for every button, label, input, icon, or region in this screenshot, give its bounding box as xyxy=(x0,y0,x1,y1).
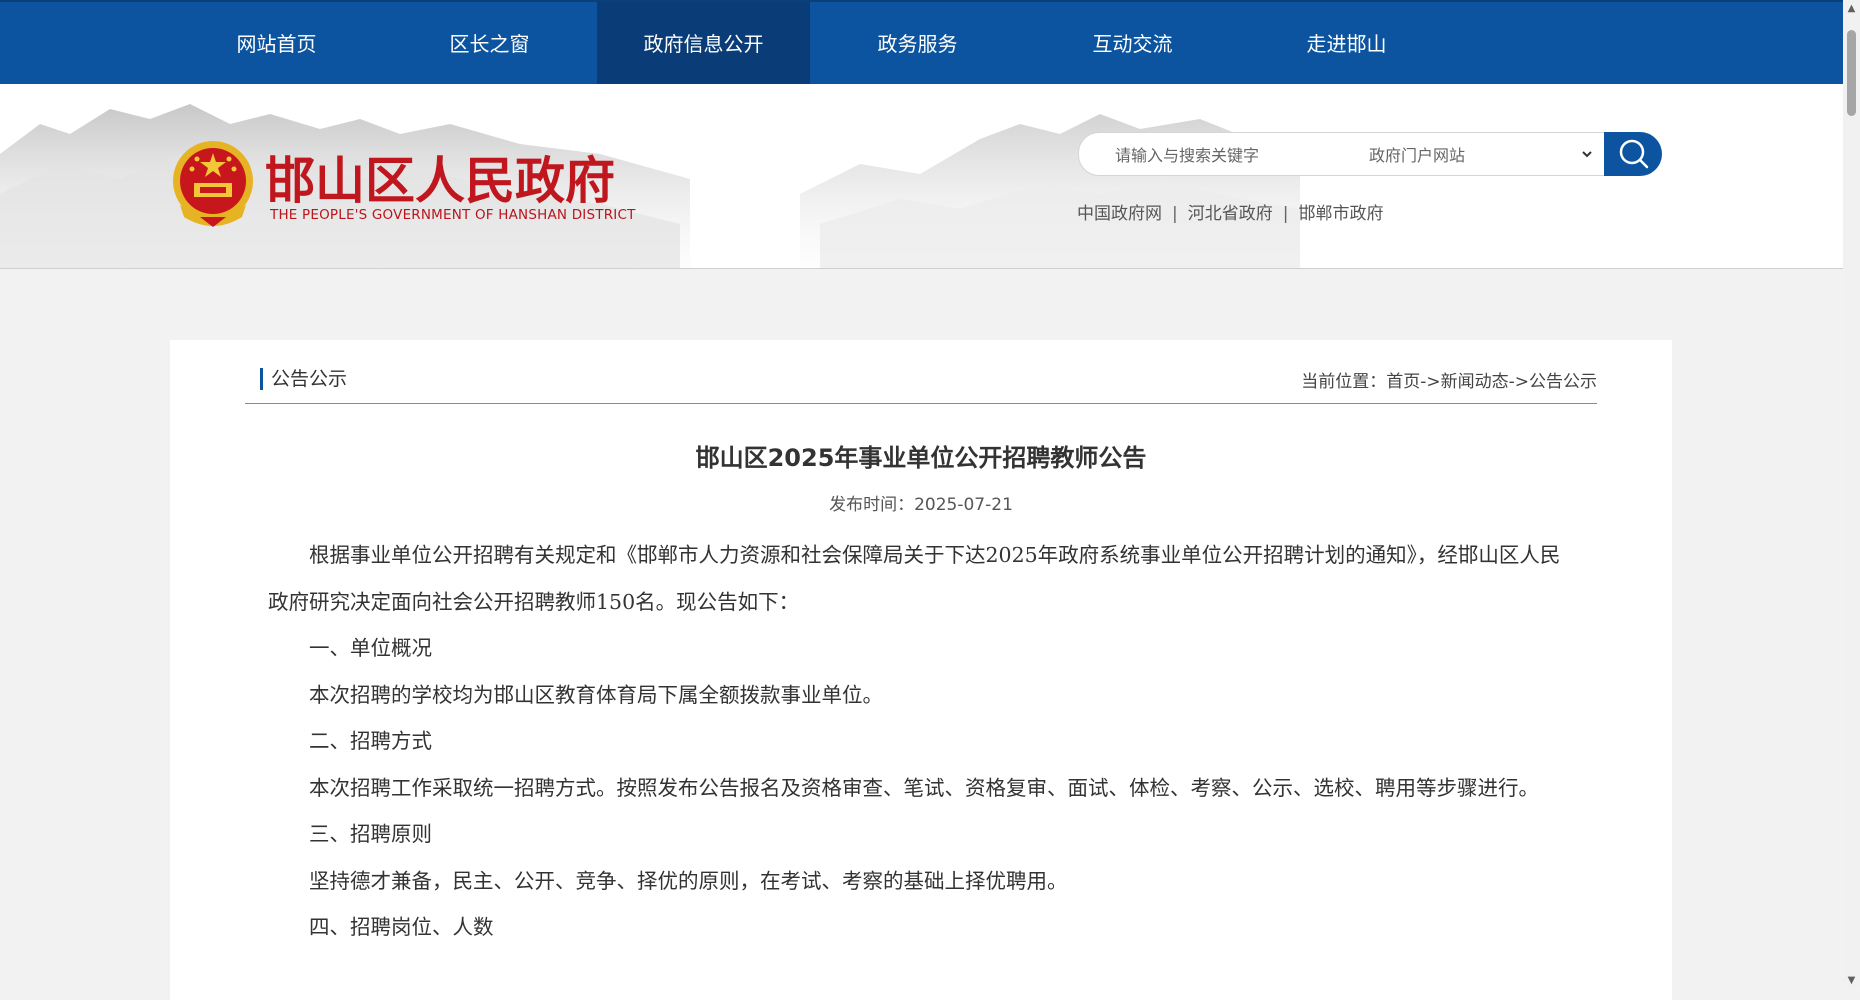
site-logo-title: 邯山区人民政府 xyxy=(265,151,615,210)
article-paragraph: 本次招聘的学校均为邯山区教育体育局下属全额拨款事业单位。 xyxy=(309,682,883,707)
article-body: 根据事业单位公开招聘有关规定和《邯郸市人力资源和社会保障局关于下达2025年政府… xyxy=(268,532,1580,951)
article-heading: 二、招聘方式 xyxy=(309,729,432,753)
search-box: 政府门户网站 xyxy=(1078,132,1605,177)
nav-item-home[interactable]: 网站首页 xyxy=(170,2,383,86)
breadcrumb-announcements[interactable]: 公告公示 xyxy=(1529,372,1597,392)
article-heading: 三、招聘原则 xyxy=(309,822,432,846)
search-icon xyxy=(1619,139,1649,169)
article-paragraph: 本次招聘工作采取统一招聘方式。按照发布公告报名及资格审查、笔试、资格复审、面试、… xyxy=(309,775,1539,800)
breadcrumb-separator: -> xyxy=(1508,372,1529,392)
content-card: 公告公示 当前位置：首页->新闻动态->公告公示 邯山区2025年事业单位公开招… xyxy=(170,340,1672,1000)
breadcrumb-separator: -> xyxy=(1420,372,1441,392)
site-logo-subtitle: THE PEOPLE'S GOVERNMENT OF HANSHAN DISTR… xyxy=(270,207,636,223)
search-input[interactable] xyxy=(1079,133,1367,177)
link-handan-gov[interactable]: 邯郸市政府 xyxy=(1298,204,1383,224)
scroll-down-arrow-icon[interactable]: ▼ xyxy=(1843,972,1860,989)
scroll-thumb[interactable] xyxy=(1847,30,1856,116)
article-heading: 一、单位概况 xyxy=(309,636,432,660)
breadcrumb-prefix: 当前位置： xyxy=(1301,372,1387,392)
breadcrumb: 当前位置：首页->新闻动态->公告公示 xyxy=(1301,367,1597,392)
publish-date: 发布时间：2025-07-21 xyxy=(170,490,1672,515)
breadcrumb-home[interactable]: 首页 xyxy=(1386,372,1420,392)
nav-item-interaction[interactable]: 互动交流 xyxy=(1026,2,1239,86)
article-heading: 四、招聘岗位、人数 xyxy=(309,915,494,939)
article-title: 邯山区2025年事业单位公开招聘教师公告 xyxy=(695,444,1147,472)
nav-item-gov-services[interactable]: 政务服务 xyxy=(811,2,1024,86)
national-emblem-icon xyxy=(173,141,253,227)
nav-item-gov-info-disclosure[interactable]: 政府信息公开 xyxy=(597,2,810,86)
section-title: 公告公示 xyxy=(260,368,347,390)
section-header: 公告公示 当前位置：首页->新闻动态->公告公示 xyxy=(245,340,1597,404)
scroll-up-arrow-icon[interactable]: ▲ xyxy=(1843,0,1860,17)
top-navigation: 网站首页 区长之窗 政府信息公开 政务服务 互动交流 走进邯山 xyxy=(0,0,1843,86)
article-paragraph: 根据事业单位公开招聘有关规定和《邯郸市人力资源和社会保障局关于下达2025年政府… xyxy=(268,543,1561,614)
external-links: 中国政府网 | 河北省政府 | 邯郸市政府 xyxy=(1077,199,1383,224)
publish-date-value: 2025-07-21 xyxy=(914,495,1013,515)
publish-date-label: 发布时间： xyxy=(829,495,915,515)
vertical-scrollbar[interactable]: ▲ ▼ xyxy=(1843,0,1860,989)
article-paragraph: 坚持德才兼备，民主、公开、竞争、择优的原则，在考试、考察的基础上择优聘用。 xyxy=(309,868,1068,893)
search-scope-value: 政府门户网站 xyxy=(1369,146,1466,165)
link-hebei-gov[interactable]: 河北省政府 xyxy=(1188,204,1273,224)
search-button[interactable] xyxy=(1604,132,1662,176)
nav-item-about-hanshan[interactable]: 走进邯山 xyxy=(1240,2,1453,86)
chevron-down-icon xyxy=(1582,151,1592,158)
link-separator: | xyxy=(1172,204,1178,224)
nav-item-district-head[interactable]: 区长之窗 xyxy=(383,2,596,86)
breadcrumb-news[interactable]: 新闻动态 xyxy=(1441,372,1509,392)
link-separator: | xyxy=(1282,204,1289,224)
site-header: 邯山区人民政府 THE PEOPLE'S GOVERNMENT OF HANSH… xyxy=(0,84,1843,269)
link-china-gov[interactable]: 中国政府网 xyxy=(1077,204,1162,224)
search-scope-select[interactable]: 政府门户网站 xyxy=(1369,139,1594,169)
